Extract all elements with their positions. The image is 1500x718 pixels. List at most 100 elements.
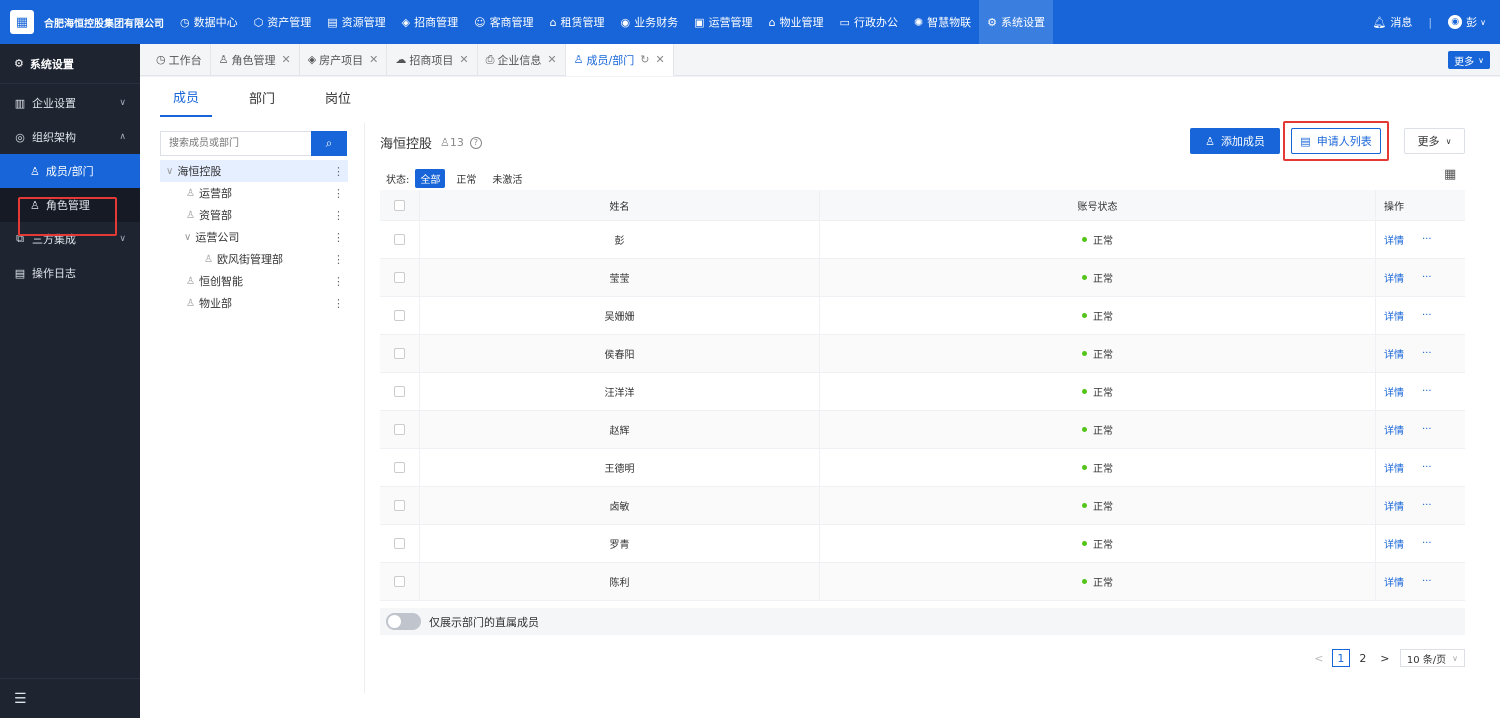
user-menu[interactable]: ◉ 彭 ∨ <box>1448 14 1486 30</box>
more-icon[interactable]: ··· <box>1422 348 1432 359</box>
more-icon[interactable]: ⋮ <box>333 253 344 266</box>
nav-admin-office[interactable]: ▭ 行政办公 <box>832 0 906 44</box>
row-checkbox[interactable] <box>394 234 405 245</box>
org-tree-icon: ♙ <box>573 53 584 66</box>
more-icon[interactable]: ⋮ <box>333 165 344 178</box>
messages-button[interactable]: 🔔︎ 消息 <box>1372 14 1412 30</box>
subtab-departments[interactable]: 部门 <box>236 77 288 117</box>
collapse-sidebar-button[interactable]: ☰ <box>0 678 140 718</box>
nav-operations-management[interactable]: ▣ 运营管理 <box>686 0 760 44</box>
detail-link[interactable]: 详情 <box>1384 346 1404 361</box>
row-checkbox[interactable] <box>394 538 405 549</box>
sidebar-item-operation-log[interactable]: ▤ 操作日志 <box>0 256 140 290</box>
page-1[interactable]: 1 <box>1331 649 1350 667</box>
detail-link[interactable]: 详情 <box>1384 422 1404 437</box>
tree-node[interactable]: ♙ 运营部 ⋮ <box>160 182 348 204</box>
nav-smart-iot[interactable]: ✺ 智慧物联 <box>906 0 979 44</box>
more-icon[interactable]: ··· <box>1422 272 1432 283</box>
row-checkbox[interactable] <box>394 272 405 283</box>
more-icon[interactable]: ··· <box>1422 234 1432 245</box>
detail-link[interactable]: 详情 <box>1384 232 1404 247</box>
tabs-more-button[interactable]: 更多 ∨ <box>1448 51 1490 69</box>
close-icon[interactable]: ✕ <box>547 53 556 66</box>
detail-link[interactable]: 详情 <box>1384 498 1404 513</box>
user-icon: ♙ <box>440 136 450 149</box>
row-checkbox[interactable] <box>394 500 405 511</box>
tab-enterprise-info[interactable]: ⎙ 企业信息 ✕ <box>478 43 566 76</box>
close-icon[interactable]: ✕ <box>281 53 290 66</box>
table-row: 卤敏 正常 详情 ··· <box>380 487 1465 525</box>
add-member-button[interactable]: ♙ 添加成员 <box>1190 128 1280 154</box>
filter-inactive[interactable]: 未激活 <box>487 169 527 188</box>
tab-role-management[interactable]: ♙ 角色管理 ✕ <box>211 43 300 76</box>
detail-link[interactable]: 详情 <box>1384 460 1404 475</box>
tab-members-departments[interactable]: ♙ 成员/部门 ↻ ✕ <box>565 43 674 76</box>
tree-node[interactable]: ∨ 运营公司 ⋮ <box>160 226 348 248</box>
more-icon[interactable]: ⋮ <box>333 275 344 288</box>
detail-link[interactable]: 详情 <box>1384 308 1404 323</box>
detail-link[interactable]: 详情 <box>1384 270 1404 285</box>
detail-link[interactable]: 详情 <box>1384 574 1404 589</box>
row-checkbox[interactable] <box>394 348 405 359</box>
row-checkbox[interactable] <box>394 424 405 435</box>
select-all-checkbox[interactable] <box>394 199 405 211</box>
tree-node[interactable]: ♙ 物业部 ⋮ <box>160 292 348 314</box>
more-icon[interactable]: ··· <box>1422 538 1432 549</box>
tab-workbench[interactable]: ◷ 工作台 <box>140 43 211 76</box>
more-icon[interactable]: ··· <box>1422 424 1432 435</box>
tab-investment-project[interactable]: ☁ 招商项目 ✕ <box>387 43 478 76</box>
direct-members-toggle[interactable] <box>386 613 421 630</box>
subtab-members[interactable]: 成员 <box>160 77 213 117</box>
next-page-button[interactable]: > <box>1376 649 1394 667</box>
more-icon[interactable]: ⋮ <box>333 209 344 222</box>
help-icon[interactable]: ? <box>469 136 482 149</box>
nav-asset-management[interactable]: ⬡ 资产管理 <box>246 0 320 44</box>
nav-investment-management[interactable]: ◈ 招商管理 <box>394 0 466 44</box>
tree-node[interactable]: ♙ 欧风街管理部 ⋮ <box>160 248 348 270</box>
sidebar-item-members-departments[interactable]: ♙ 成员/部门 <box>0 154 140 188</box>
more-actions-button[interactable]: 更多 ∨ <box>1404 128 1465 154</box>
refresh-icon[interactable]: ↻ <box>640 53 649 66</box>
tree-node[interactable]: ♙ 资管部 ⋮ <box>160 204 348 226</box>
filter-all[interactable]: 全部 <box>415 169 446 188</box>
tree-node[interactable]: ♙ 恒创智能 ⋮ <box>160 270 348 292</box>
prev-page-button[interactable]: < <box>1310 649 1328 667</box>
row-checkbox[interactable] <box>394 576 405 587</box>
chevron-down-icon: ∨ <box>1480 17 1486 27</box>
detail-link[interactable]: 详情 <box>1384 536 1404 551</box>
nav-lease-management[interactable]: ⌂ 租赁管理 <box>542 0 613 44</box>
page-size-select[interactable]: 10 条/页 ∨ <box>1399 649 1465 667</box>
tree-node-root[interactable]: ∨ 海恒控股 ⋮ <box>160 160 348 182</box>
nav-property-management[interactable]: ⌂ 物业管理 <box>761 0 832 44</box>
sidebar-item-enterprise-settings[interactable]: ▥ 企业设置 ∨ <box>0 86 140 120</box>
more-icon[interactable]: ··· <box>1422 462 1432 473</box>
column-settings-icon[interactable]: ▦ <box>1444 167 1456 182</box>
row-checkbox[interactable] <box>394 462 405 473</box>
nav-business-finance[interactable]: ◉ 业务财务 <box>613 0 687 44</box>
filter-normal[interactable]: 正常 <box>451 169 481 188</box>
detail-link[interactable]: 详情 <box>1384 384 1404 399</box>
search-button[interactable]: ⌕ <box>311 131 347 156</box>
more-icon[interactable]: ··· <box>1422 500 1432 511</box>
nav-data-center[interactable]: ◷ 数据中心 <box>172 0 246 44</box>
sidebar-item-organization[interactable]: ◎ 组织架构 ∧ <box>0 120 140 154</box>
row-checkbox[interactable] <box>394 386 405 397</box>
nav-resource-management[interactable]: ▤ 资源管理 <box>319 0 393 44</box>
row-checkbox[interactable] <box>394 310 405 321</box>
search-input[interactable] <box>160 131 311 156</box>
more-icon[interactable]: ··· <box>1422 310 1432 321</box>
nav-system-settings[interactable]: ⚙ 系统设置 <box>979 0 1054 44</box>
status-cell: 正常 <box>820 525 1376 562</box>
close-icon[interactable]: ✕ <box>369 53 378 66</box>
nav-client-management[interactable]: ☺ 客商管理 <box>466 0 541 44</box>
close-icon[interactable]: ✕ <box>459 53 468 66</box>
more-icon[interactable]: ⋮ <box>333 231 344 244</box>
more-icon[interactable]: ··· <box>1422 576 1432 587</box>
page-2[interactable]: 2 <box>1354 649 1372 667</box>
more-icon[interactable]: ··· <box>1422 386 1432 397</box>
more-icon[interactable]: ⋮ <box>333 187 344 200</box>
tab-property-project[interactable]: ◈ 房产项目 ✕ <box>300 43 388 76</box>
more-icon[interactable]: ⋮ <box>333 297 344 310</box>
close-icon[interactable]: ✕ <box>655 53 664 66</box>
subtab-positions[interactable]: 岗位 <box>312 77 364 117</box>
